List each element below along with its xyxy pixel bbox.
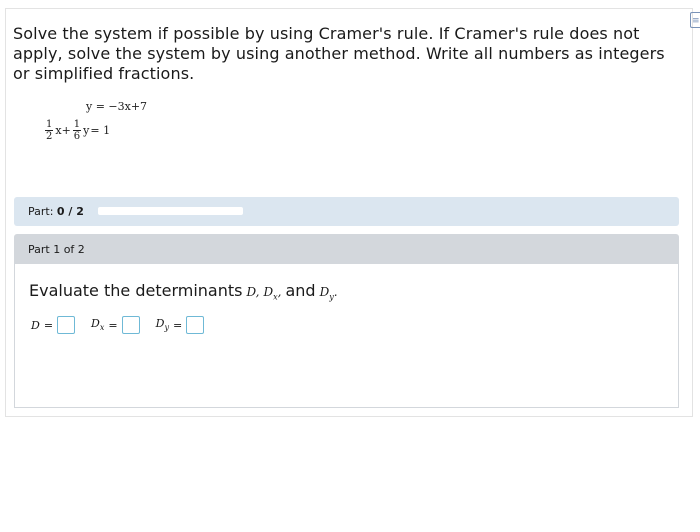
fraction-denominator: 2 <box>46 131 53 142</box>
fraction-one-sixth: 1 6 <box>72 119 82 142</box>
part-header-label: Part 1 of 2 <box>28 243 85 256</box>
corner-tab-icon[interactable]: ≡ <box>690 12 700 28</box>
symbol-base: D <box>91 317 100 331</box>
equals-sign: = <box>108 318 118 332</box>
instruction-and: and <box>285 281 316 300</box>
part-count: 0 / 2 <box>56 205 84 218</box>
part-status-label: Part: 0 / 2 <box>28 205 84 218</box>
det-d-symbol: D, <box>246 285 260 299</box>
answer-dy-label: Dy <box>156 317 169 332</box>
instruction-text: Evaluate the determinants <box>29 281 243 300</box>
symbol-base: D <box>263 285 274 299</box>
instruction: Evaluate the determinants D, Dx, and Dy. <box>29 281 338 301</box>
symbol-punct: , <box>277 285 282 299</box>
d-input[interactable] <box>57 316 76 334</box>
progress-track <box>98 207 243 215</box>
fraction-one-half: 1 2 <box>45 119 54 142</box>
part-header: Part 1 of 2 <box>14 234 679 264</box>
equals-sign: = <box>43 318 54 332</box>
answer-row: D = Dx = Dy = <box>31 316 220 334</box>
equation-1: y = −3x+7 <box>86 100 148 113</box>
equals-sign: = <box>172 318 183 332</box>
dx-input[interactable] <box>121 316 140 334</box>
answer-dy: Dy = <box>156 316 205 334</box>
problem-statement: Solve the system if possible by using Cr… <box>13 24 665 83</box>
part-body: Evaluate the determinants D, Dx, and Dy.… <box>14 264 679 408</box>
answer-d: D = <box>31 316 76 334</box>
answer-dx-label: Dx <box>91 317 104 332</box>
equation-term: x+ <box>55 124 71 137</box>
equation-term: y <box>83 124 90 137</box>
part-label-text: Part: <box>28 205 54 218</box>
equation-rhs: = 1 <box>90 124 111 137</box>
equation-2: 1 2 x+ 1 6 y = 1 <box>44 119 110 142</box>
fraction-denominator: 6 <box>73 131 81 142</box>
answer-d-label: D <box>31 318 40 332</box>
fraction-numerator: 1 <box>45 119 54 131</box>
dy-input[interactable] <box>186 316 205 334</box>
symbol-subscript: y <box>164 323 169 333</box>
det-dx-symbol: Dx, <box>263 285 281 301</box>
det-dy-symbol: Dy. <box>320 285 338 301</box>
answer-dx: Dx = <box>91 316 140 334</box>
symbol-subscript: x <box>99 323 105 333</box>
symbol-punct: . <box>333 285 338 299</box>
part-progress-bar: Part: 0 / 2 <box>14 197 679 226</box>
symbol-base: D <box>319 285 330 299</box>
fraction-numerator: 1 <box>72 119 82 131</box>
